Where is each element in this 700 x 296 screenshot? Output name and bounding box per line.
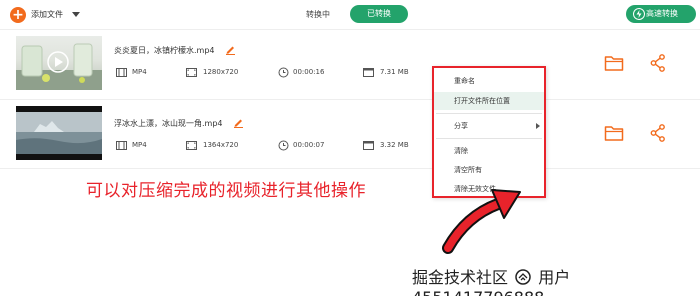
open-folder-icon[interactable] — [604, 54, 624, 72]
video-thumbnail[interactable] — [16, 36, 102, 90]
file-duration: 00:00:16 — [293, 68, 325, 76]
file-resolution: 1280x720 — [203, 68, 239, 76]
menu-item-rename[interactable]: 重命名 — [434, 72, 544, 90]
lightning-icon — [633, 8, 645, 20]
open-folder-icon[interactable] — [604, 124, 624, 142]
row-divider — [0, 99, 700, 100]
tab-converted[interactable]: 已转换 — [350, 5, 408, 23]
add-file-button[interactable]: + — [10, 7, 26, 23]
file-size: 7.31 MB — [380, 68, 409, 76]
watermark: 掘金技术社区 用户4551417796888 — [412, 264, 700, 296]
edit-name-icon[interactable] — [225, 44, 236, 55]
resolution-icon — [186, 141, 197, 150]
file-row: 浮冰水上漂，冰山现一角.mp4 MP4 1364x720 00:00:07 3.… — [0, 106, 700, 168]
share-icon[interactable] — [650, 54, 666, 72]
add-files-label[interactable]: 添加文件 — [31, 9, 63, 20]
menu-separator — [436, 113, 542, 114]
file-format: MP4 — [132, 68, 147, 76]
video-thumbnail[interactable] — [16, 106, 102, 160]
clock-icon — [278, 140, 289, 151]
file-size-icon — [363, 68, 374, 77]
video-format-icon — [116, 68, 127, 77]
menu-item-clear-all[interactable]: 清空所有 — [434, 161, 544, 179]
chevron-down-icon[interactable] — [72, 12, 80, 17]
juejin-logo-icon — [515, 269, 531, 285]
annotation-arrow-icon — [442, 189, 521, 254]
tab-converting[interactable]: 转换中 — [306, 9, 330, 20]
resolution-icon — [186, 68, 197, 77]
file-format: MP4 — [132, 141, 147, 149]
file-name: 浮冰水上漂，冰山现一角.mp4 — [114, 119, 223, 128]
iceberg-thumbnail-image — [16, 106, 102, 160]
file-size-icon — [363, 141, 374, 150]
share-icon[interactable] — [650, 124, 666, 142]
menu-separator — [436, 138, 542, 139]
file-name: 炎炎夏日，冰镇柠檬水.mp4 — [114, 46, 215, 55]
file-size: 3.32 MB — [380, 141, 409, 149]
menu-item-open-location[interactable]: 打开文件所在位置 — [434, 92, 544, 110]
file-resolution: 1364x720 — [203, 141, 239, 149]
menu-item-share-label: 分享 — [454, 122, 468, 130]
lemonade-thumbnail-image — [16, 43, 102, 90]
toolbar: + 添加文件 转换中 已转换 高速转换 — [0, 0, 700, 30]
row-divider — [0, 168, 700, 169]
high-speed-convert-label: 高速转换 — [646, 9, 678, 18]
submenu-arrow-icon — [536, 123, 540, 129]
watermark-left: 掘金技术社区 — [412, 268, 509, 287]
annotation-text: 可以对压缩完成的视频进行其他操作 — [86, 181, 366, 201]
video-format-icon — [116, 141, 127, 150]
high-speed-convert-button[interactable]: 高速转换 — [626, 5, 696, 23]
menu-item-share[interactable]: 分享 — [434, 117, 544, 135]
file-duration: 00:00:07 — [293, 141, 325, 149]
file-row: 炎炎夏日，冰镇柠檬水.mp4 MP4 1280x720 00:00:16 7.3… — [0, 36, 700, 98]
edit-name-icon[interactable] — [233, 117, 244, 128]
clock-icon — [278, 67, 289, 78]
menu-item-clear[interactable]: 清除 — [434, 142, 544, 160]
